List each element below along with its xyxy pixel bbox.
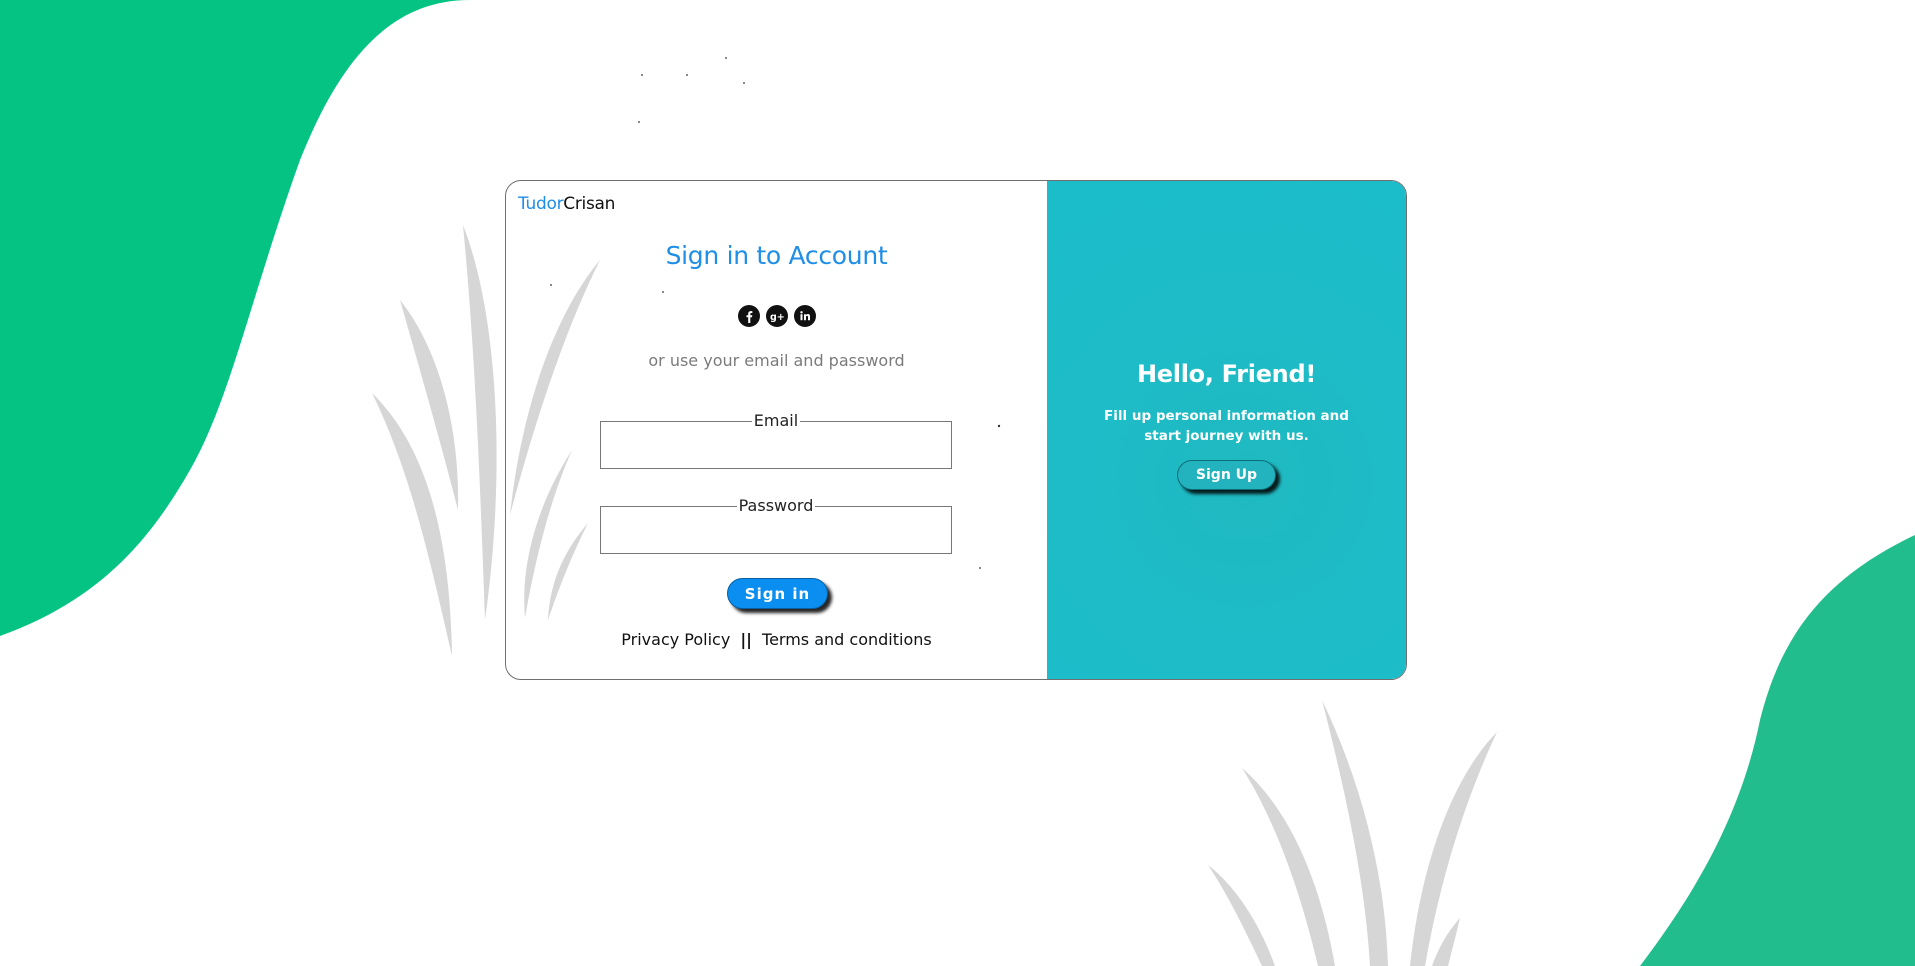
password-field[interactable] [608, 514, 948, 546]
link-separator: || [740, 630, 753, 649]
password-fieldset: Password [600, 498, 952, 554]
google-plus-icon[interactable]: g+ [765, 305, 788, 327]
linkedin-glyph [799, 311, 810, 321]
facebook-glyph [746, 311, 752, 323]
grass-bottom-illustration [1208, 700, 1497, 966]
svg-text:g+: g+ [770, 312, 785, 323]
email-fieldset: Email [600, 413, 952, 469]
page: TudorCrisan Sign in to Account g+ or use… [0, 0, 1915, 966]
green-blob-bottom-right [1640, 535, 1915, 966]
sign-up-text: Fill up personal information and start j… [1104, 408, 1349, 444]
facebook-icon[interactable] [737, 305, 760, 327]
brand-logo: TudorCrisan [518, 194, 615, 214]
email-label: Email [753, 411, 799, 430]
email-field[interactable] [608, 429, 948, 461]
terms-link[interactable]: Terms and conditions [762, 630, 932, 649]
sign-up-panel: Hello, Friend! Fill up personal informat… [1047, 181, 1406, 679]
sign-up-button[interactable]: Sign Up [1177, 460, 1276, 490]
google-plus-glyph: g+ [770, 312, 785, 323]
sign-in-panel: TudorCrisan Sign in to Account g+ or use… [506, 181, 1047, 679]
social-login-row: g+ [506, 305, 1047, 327]
password-label: Password [738, 496, 814, 515]
green-blob-top-left [0, 0, 470, 636]
sign-in-button[interactable]: Sign in [727, 578, 828, 609]
brand-first: Tudor [518, 194, 564, 214]
auth-card: TudorCrisan Sign in to Account g+ or use… [505, 180, 1407, 680]
privacy-policy-link[interactable]: Privacy Policy [621, 630, 730, 649]
footer-links: Privacy Policy || Terms and conditions [506, 630, 1047, 649]
subtitle: or use your email and password [648, 351, 905, 370]
page-title: Sign in to Account [665, 241, 888, 270]
sign-up-title: Hello, Friend! [1137, 360, 1316, 388]
brand-last: Crisan [563, 194, 616, 214]
linkedin-icon[interactable] [793, 305, 816, 327]
